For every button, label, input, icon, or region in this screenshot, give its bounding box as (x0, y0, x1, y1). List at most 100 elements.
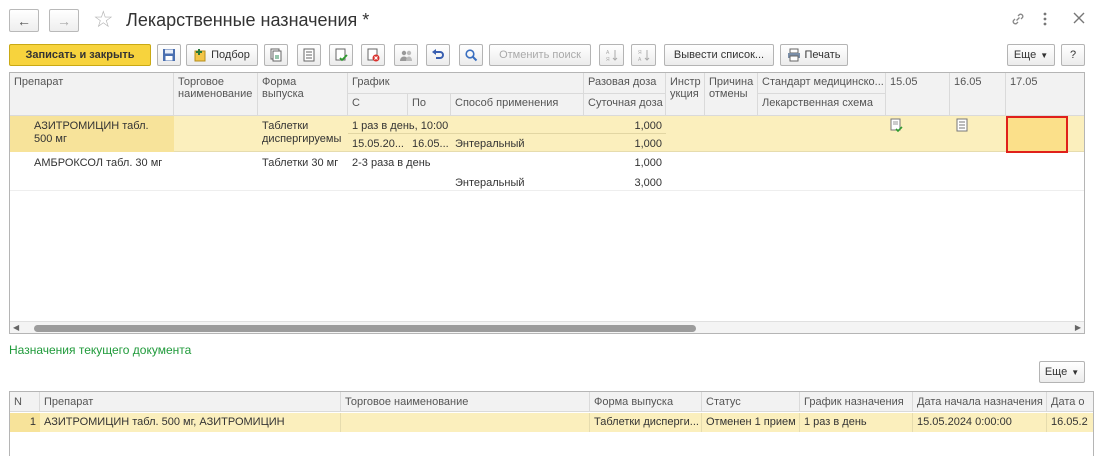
podbor-label: Подбор (211, 49, 250, 61)
dropdown-arrow-icon: ▼ (1071, 367, 1080, 377)
row1-method: Энтеральный (455, 138, 525, 150)
window-title: Лекарственные назначения * (126, 10, 370, 30)
cancel-search-button[interactable]: Отменить поиск (489, 44, 591, 66)
col-to-header[interactable]: По (408, 94, 451, 116)
arrow-right-icon: → (57, 12, 71, 29)
row1-single-dose: 1,000 (634, 120, 662, 132)
document-check-icon (335, 48, 348, 62)
document-list-icon (956, 118, 968, 132)
save-button[interactable] (157, 44, 181, 66)
col-trade-name-header[interactable]: Торговое наименование (341, 392, 590, 412)
svg-text:A: A (638, 57, 642, 62)
row-n: 1 (10, 413, 40, 432)
sort-ascending-icon: AЯ (606, 50, 617, 62)
col-scheme-header[interactable]: Лекарственная схема (758, 94, 886, 116)
col-method-header[interactable]: Способ применения (451, 94, 584, 116)
arrow-left-icon: ← (17, 12, 31, 29)
save-and-close-button[interactable]: Записать и закрыть (9, 44, 151, 66)
row1-drug-line2: 500 мг (34, 133, 67, 145)
approve-button[interactable] (329, 44, 353, 66)
col-end-date-header[interactable]: Дата о (1047, 392, 1093, 412)
col-instruction-header[interactable]: Инстр укция (666, 73, 705, 116)
row1-daily-dose: 1,000 (634, 138, 662, 150)
row2-daily-dose: 3,000 (634, 177, 662, 189)
col-from-header[interactable]: С (348, 94, 408, 116)
list-icon (303, 48, 315, 62)
col-date-16-header[interactable]: 16.05 (950, 73, 1006, 116)
horizontal-scrollbar[interactable]: ◀ ▶ (10, 321, 1084, 333)
col-cancel-reason-header[interactable]: Причина отмены (705, 73, 758, 116)
row1-drug-line1: АЗИТРОМИЦИН табл. (34, 120, 149, 132)
row1-from: 15.05.20... (352, 138, 404, 150)
undo-button[interactable] (426, 44, 450, 66)
col-date-17-header[interactable]: 17.05 (1006, 73, 1084, 116)
users-icon (400, 50, 412, 61)
col-standard-header[interactable]: Стандарт медицинско... (758, 73, 886, 94)
list-button[interactable] (297, 44, 321, 66)
row1-schedule: 1 раз в день, 10:00 (352, 120, 449, 132)
copy-document-button[interactable] (264, 44, 288, 66)
print-button[interactable]: Печать (780, 44, 848, 66)
scroll-left-icon[interactable]: ◀ (13, 323, 19, 332)
svg-text:A: A (606, 50, 610, 56)
col-form-header[interactable]: Форма выпуска (258, 73, 348, 116)
row-drug: АЗИТРОМИЦИН табл. 500 мг, АЗИТРОМИЦИН (40, 413, 341, 432)
search-icon (465, 49, 478, 62)
row-start-date: 15.05.2024 0:00:00 (913, 413, 1047, 432)
close-icon[interactable] (1072, 11, 1086, 30)
col-schedule-header[interactable]: График (348, 73, 584, 94)
row-schedule: 1 раз в день (800, 413, 913, 432)
floppy-icon (163, 49, 175, 61)
row2-schedule: 2-3 раза в день (352, 157, 431, 169)
podbor-button[interactable]: Подбор (186, 44, 258, 66)
row-trade-name (341, 413, 590, 432)
col-schedule-header[interactable]: График назначения (800, 392, 913, 412)
col-status-header[interactable]: Статус (702, 392, 800, 412)
table-row[interactable] (10, 153, 1084, 191)
document-cancel-icon (367, 48, 380, 62)
svg-text:Я: Я (638, 50, 642, 56)
col-drug-header[interactable]: Препарат (10, 73, 174, 116)
help-button[interactable]: ? (1061, 44, 1085, 66)
cancel-prescription-button[interactable] (361, 44, 385, 66)
more-label: Еще (1013, 49, 1037, 61)
sort-ascending-button[interactable]: AЯ (599, 44, 624, 66)
bottom-more-label: Еще (1044, 366, 1068, 378)
search-button[interactable] (459, 44, 483, 66)
row2-single-dose: 1,000 (634, 157, 662, 169)
col-form-header[interactable]: Форма выпуска (590, 392, 702, 412)
row1-form-line2: диспергируемы (262, 133, 342, 145)
sort-descending-button[interactable]: ЯA (631, 44, 656, 66)
col-date-15-header[interactable]: 15.05 (886, 73, 950, 116)
bottom-more-button[interactable]: Еще ▼ (1039, 361, 1085, 383)
scroll-right-icon[interactable]: ▶ (1075, 323, 1081, 332)
more-button[interactable]: Еще ▼ (1007, 44, 1055, 66)
col-daily-dose-header[interactable]: Суточная доза (584, 94, 666, 116)
output-list-button[interactable]: Вывести список... (664, 44, 774, 66)
col-single-dose-header[interactable]: Разовая доза (584, 73, 666, 94)
link-icon[interactable] (1010, 11, 1026, 32)
row-form: Таблетки дисперги... (590, 413, 702, 432)
row2-method: Энтеральный (455, 177, 525, 189)
sort-descending-icon: ЯA (638, 50, 649, 62)
row2-form: Таблетки 30 мг (262, 157, 339, 169)
back-button[interactable]: ← (9, 9, 39, 32)
row1-day16-icon[interactable] (956, 118, 968, 135)
users-button[interactable] (394, 44, 418, 66)
col-trade-name-header[interactable]: Торговое наименование (174, 73, 258, 116)
row1-inner-divider (348, 133, 666, 134)
col-n-header[interactable]: N (10, 392, 40, 412)
row1-day17-cell-highlighted[interactable] (1006, 116, 1068, 153)
document-check-icon (890, 118, 903, 133)
scrollbar-thumb[interactable] (34, 325, 696, 332)
col-start-date-header[interactable]: Дата начала назначения (913, 392, 1047, 412)
svg-text:Я: Я (606, 57, 610, 62)
col-drug-header[interactable]: Препарат (40, 392, 341, 412)
row1-day15-icon[interactable] (890, 118, 904, 136)
favorite-star-icon[interactable]: ☆ (93, 8, 114, 31)
prescriptions-table: Препарат Торговое наименование Форма выпус… (9, 72, 1085, 334)
undo-icon (432, 49, 444, 59)
current-document-table: N Препарат Торговое наименование Форма в… (9, 391, 1094, 456)
forward-button[interactable]: → (49, 9, 79, 32)
more-vertical-icon[interactable] (1042, 11, 1048, 32)
